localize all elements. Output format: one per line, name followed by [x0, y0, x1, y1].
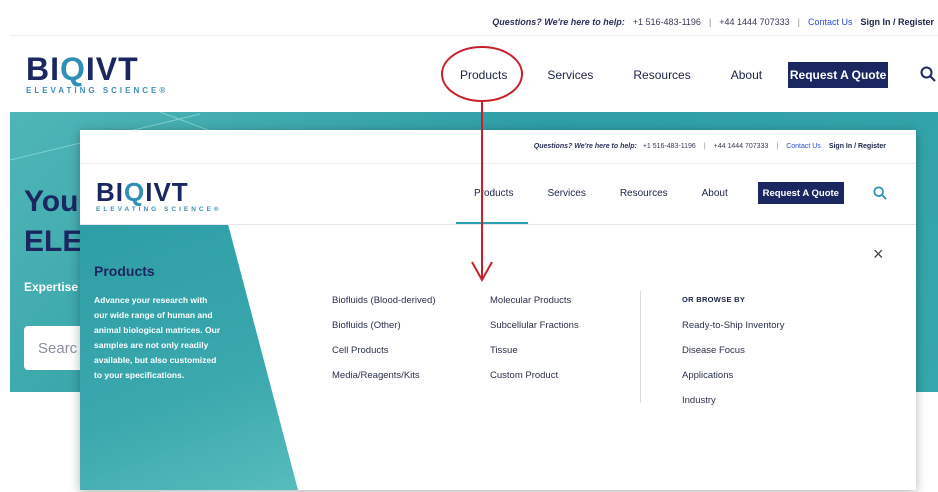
annotation-overlay	[441, 46, 523, 283]
annotation-circle	[441, 46, 523, 102]
